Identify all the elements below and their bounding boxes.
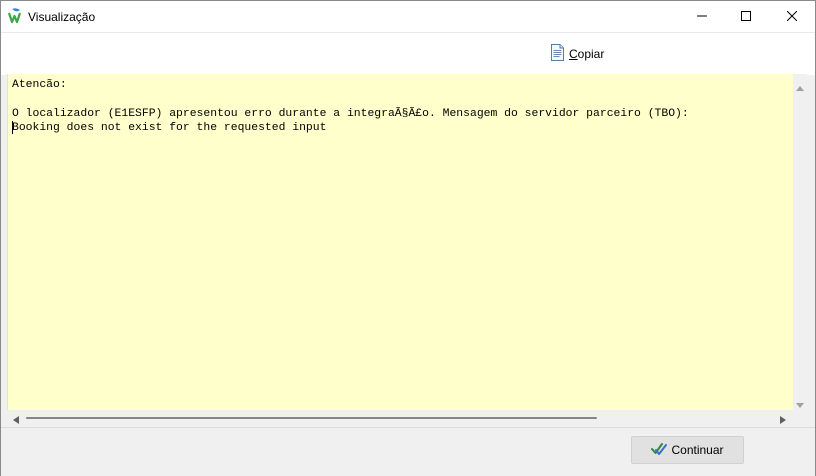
message-text-area[interactable]: Atencão: O localizador (E1ESFP) apresent… (7, 74, 794, 410)
copy-button[interactable]: Copiar (550, 44, 605, 64)
close-icon (786, 10, 798, 24)
toolbar: Copiar (1, 32, 815, 75)
scroll-up-icon[interactable] (796, 80, 804, 94)
double-check-icon (651, 442, 668, 459)
horizontal-scroll-thumb[interactable] (26, 417, 597, 419)
scroll-left-icon[interactable] (13, 413, 19, 427)
text-caret (12, 121, 13, 134)
scroll-right-icon[interactable] (780, 413, 786, 427)
app-logo-icon (7, 8, 24, 24)
vertical-scrollbar[interactable] (793, 74, 807, 410)
dialog-window: Visualização Copiar Atencão: O localizad… (0, 0, 816, 476)
message-line: O localizador (E1ESFP) apresentou erro d… (12, 107, 689, 120)
window-title: Visualização (28, 10, 96, 24)
title-bar: Visualização (1, 1, 815, 32)
maximize-icon (741, 10, 751, 24)
minimize-button[interactable] (679, 1, 725, 32)
message-text: Atencão: O localizador (E1ESFP) apresent… (12, 78, 689, 136)
continue-button[interactable]: Continuar (631, 436, 744, 464)
copy-button-label: Copiar (569, 47, 605, 61)
document-icon (550, 44, 565, 64)
scrollbar-corner (793, 410, 807, 425)
horizontal-scrollbar[interactable] (7, 410, 793, 425)
minimize-icon (697, 10, 707, 24)
continue-button-label: Continuar (671, 443, 724, 457)
close-button[interactable] (769, 1, 815, 32)
message-line: Booking does not exist for the requested… (12, 122, 327, 135)
message-line (12, 92, 689, 106)
message-line: Atencão: (12, 79, 67, 91)
maximize-button[interactable] (723, 1, 769, 32)
footer-bar: Continuar (1, 427, 815, 476)
